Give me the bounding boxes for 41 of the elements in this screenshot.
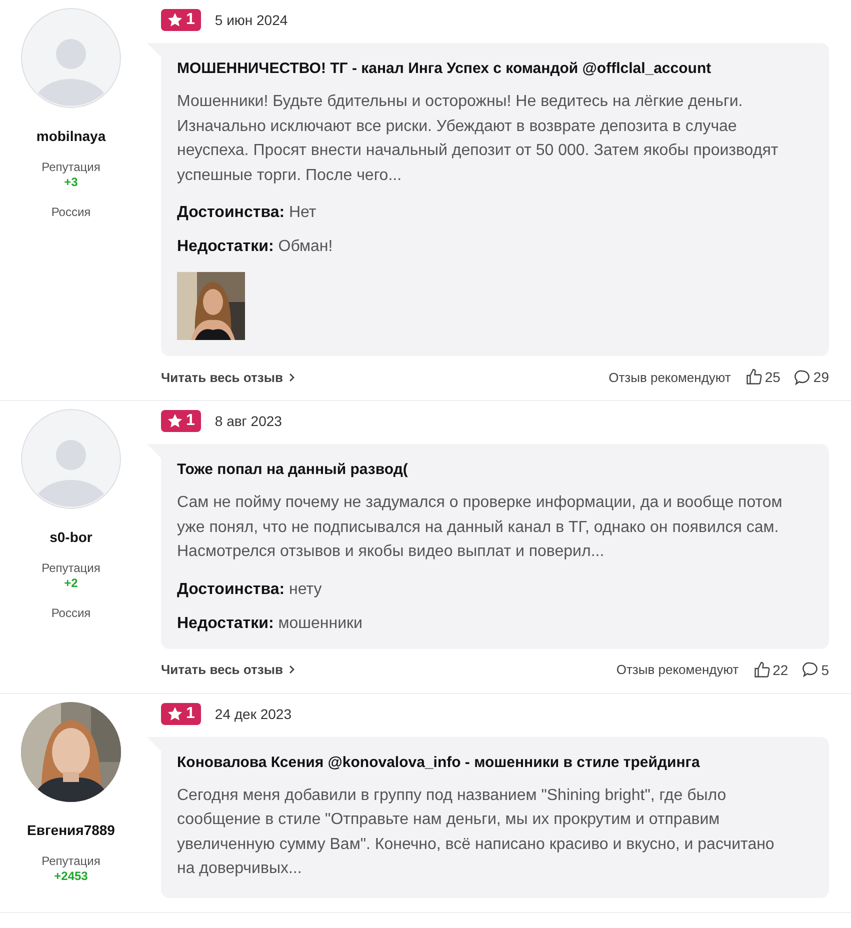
reputation-label: Репутация <box>42 561 100 575</box>
reputation-label: Репутация <box>42 160 100 174</box>
user-name[interactable]: s0-bor <box>50 529 92 545</box>
reputation-value: +3 <box>64 175 78 189</box>
review-pros: Достоинства: нету <box>177 580 323 598</box>
star-icon <box>167 12 183 28</box>
rating-badge: 1 <box>161 9 201 31</box>
review-title[interactable]: Коновалова Ксения @konovalova_info - мошенники в стиле трейдинга <box>177 754 789 770</box>
review-cons: Недостатки: мошенники <box>177 614 364 632</box>
user-country: Россия <box>51 606 91 620</box>
reputation-label: Репутация <box>42 854 100 868</box>
like-button[interactable]: 22 <box>752 660 788 678</box>
review-text: Мошенники! Будьте бдительны и осторожны! Не ведитесь на лёгкие деньги. Изначально исключают все риски. Убеждают в возврате депозита в случае неуспеха. Просят внести начальный депозит от 50 000. Затем якобы производят успешные торги. После чего... <box>177 92 780 186</box>
user-country: Россия <box>51 205 91 219</box>
chevron-icon <box>288 372 295 382</box>
rating-badge: 1 <box>161 702 201 724</box>
review-date: 24 дек 2023 <box>214 706 292 722</box>
avatar-icon <box>21 409 121 509</box>
reputation-value: +2453 <box>54 868 88 882</box>
recommend-label: Отзыв рекомендуют <box>608 370 731 384</box>
read-more-link[interactable]: Читать весь отзыв <box>161 370 295 384</box>
review-date: 8 авг 2023 <box>214 413 282 429</box>
read-more-link[interactable]: Читать весь отзыв <box>161 662 295 677</box>
review-pros: Достоинства: Нет <box>177 204 318 222</box>
review-text: Сам не пойму почему не задумался о проверке информации, да и вообще потом уже понял, что не подписывался на данный канал в ТГ, однако он появился сам. Насмотрелся отзывов и якобы видео выплат и поверил... <box>177 493 784 562</box>
user-name[interactable]: Евгения7889 <box>27 822 115 838</box>
review-text: Сегодня меня добавили в группу под названием "Shining bright", где было сообщение в стиле "Отправьте нам деньги, мы их прокрутим и отправим увеличенную сумму Вам". Конечно, всё написано красиво и вкусно, и расчитано на доверчивых... <box>177 786 776 879</box>
rating-badge: 1 <box>161 410 201 432</box>
chevron-icon <box>288 665 295 674</box>
review-title[interactable]: Тоже попал на данный развод( <box>177 461 789 478</box>
reputation-value: +2 <box>64 576 78 590</box>
star-icon <box>167 706 183 722</box>
comments-button[interactable]: 29 <box>794 368 829 386</box>
user-name[interactable]: mobilnaya <box>36 128 106 144</box>
like-button[interactable]: 25 <box>744 368 780 386</box>
review-title[interactable]: МОШЕННИЧЕСТВО! ТГ - канал Инга Успех с командой @offlclal_account <box>177 60 789 77</box>
review-date: 5 июн 2024 <box>214 12 288 28</box>
avatar-icon <box>21 8 121 108</box>
review-cons: Недостатки: Обман! <box>177 238 334 256</box>
recommend-label: Отзыв рекомендуют <box>616 662 739 677</box>
star-icon <box>167 413 183 429</box>
